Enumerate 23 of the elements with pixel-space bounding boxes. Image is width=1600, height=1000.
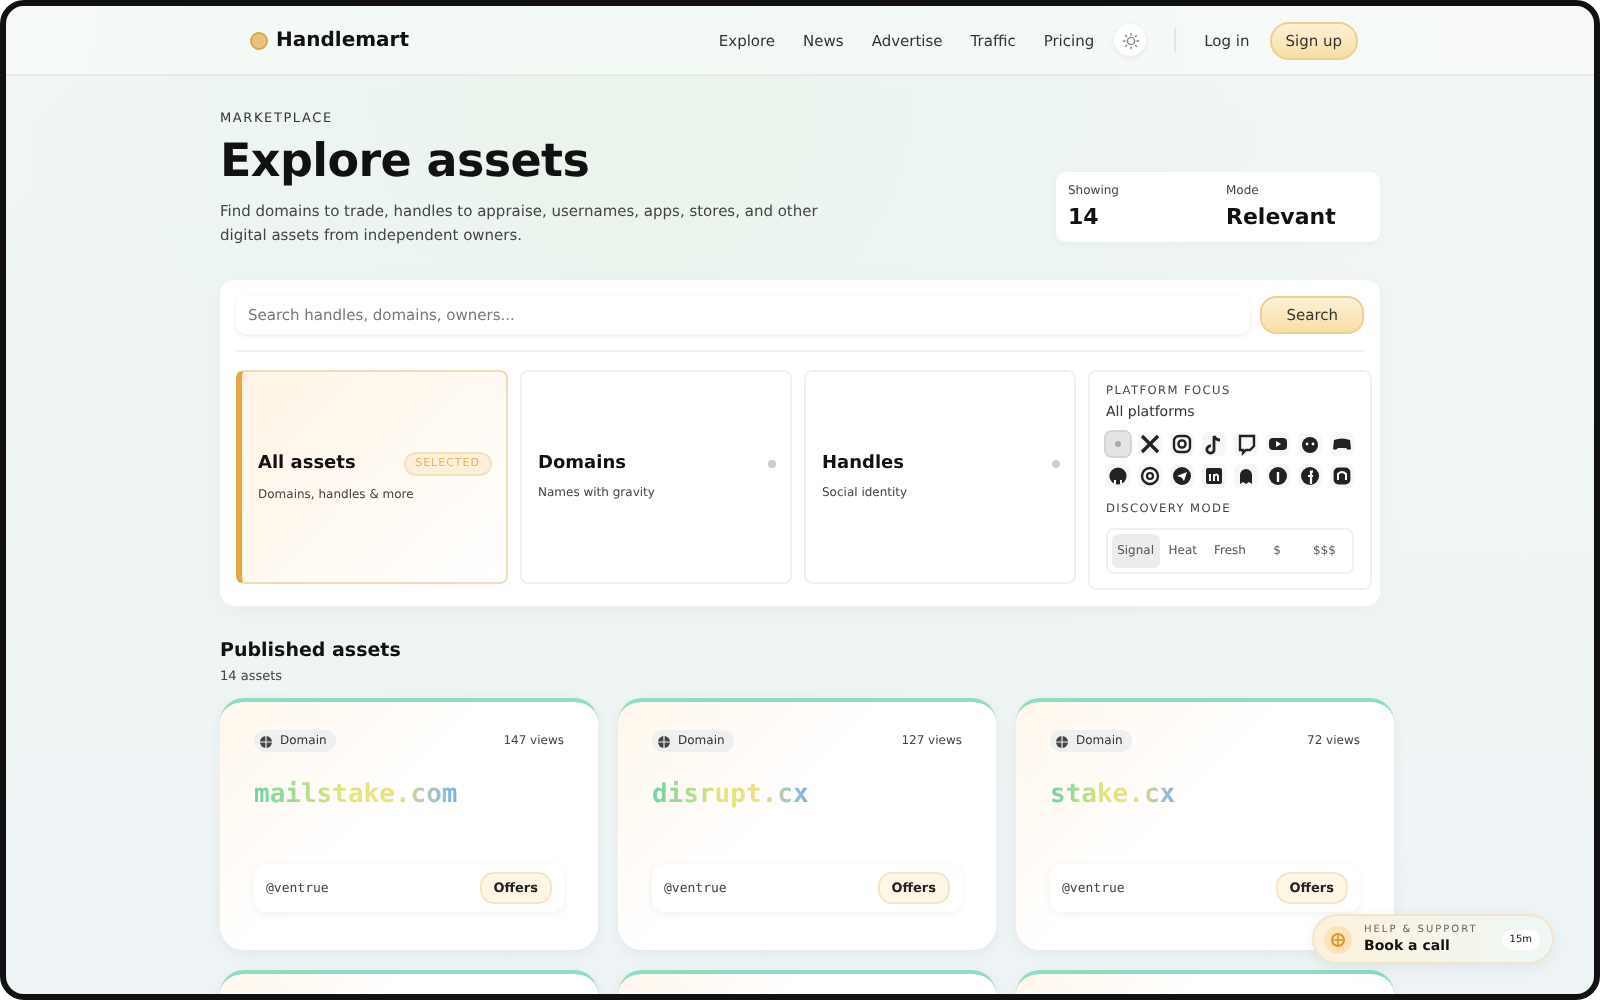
brand-name[interactable]: Handlemart [276,29,409,51]
play-icon[interactable] [1266,432,1290,456]
stat-value: Relevant [1226,204,1338,230]
category-title: All assets [258,454,356,474]
category-title: Domains [538,454,626,474]
letter-x-icon[interactable] [1138,432,1162,456]
sun-icon[interactable] [1114,24,1147,56]
chat-icon[interactable] [1234,432,1258,456]
category-title: Handles [822,454,905,474]
ghost-icon[interactable] [1234,464,1258,488]
logo-icon [250,31,268,49]
section-title: Published assets [220,640,403,662]
domain-name: disrupt.cx [652,780,809,810]
paper-plane-icon[interactable] [1170,464,1194,488]
lifebuoy-icon [1324,925,1352,953]
letter-f-icon[interactable] [1298,464,1322,488]
status-dot [768,460,776,468]
stat-value: 14 [1068,204,1101,230]
status-dot [1052,460,1060,468]
page-title: Explore assets [220,136,592,188]
music-note-icon[interactable] [1202,432,1226,456]
camera-icon[interactable] [1170,432,1194,456]
in-square-icon[interactable] [1202,464,1226,488]
